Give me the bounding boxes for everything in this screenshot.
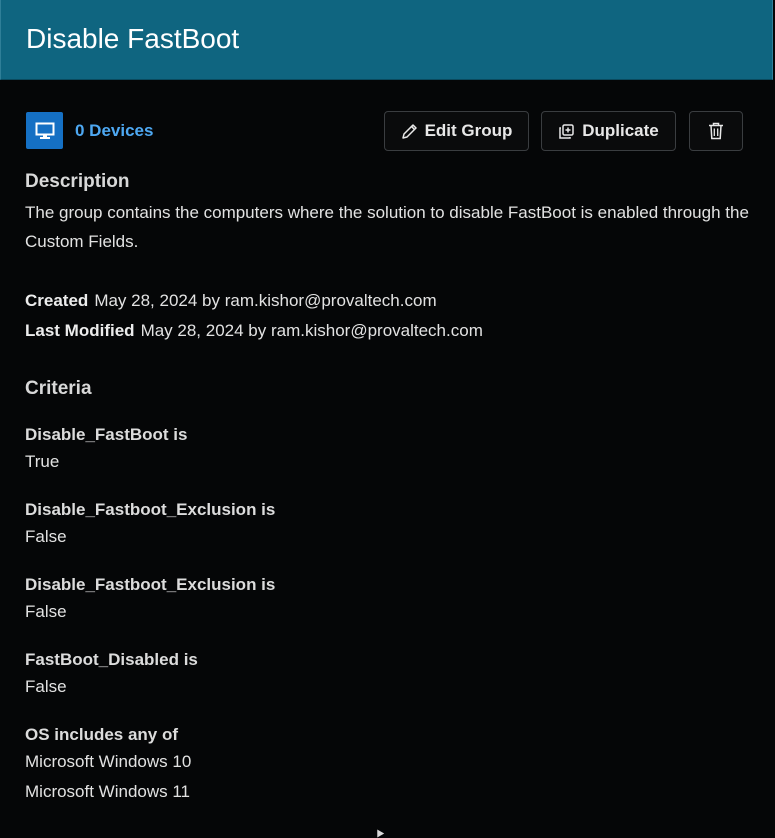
- modified-label: Last Modified: [25, 321, 135, 340]
- delete-button[interactable]: [689, 111, 743, 151]
- monitor-icon: [26, 112, 63, 149]
- criteria-label: Disable_FastBoot is: [25, 425, 188, 444]
- criteria-value: False: [25, 527, 67, 546]
- edit-group-label: Edit Group: [424, 121, 513, 140]
- criteria-heading: Criteria: [25, 378, 92, 399]
- description-text: The group contains the computers where t…: [25, 203, 749, 251]
- trash-icon: [708, 122, 724, 140]
- criteria-label: OS includes any of: [25, 725, 179, 744]
- created-label: Created: [25, 291, 89, 310]
- modified-row: Last Modified May 28, 2024 by ram.kishor@…: [25, 321, 483, 341]
- modified-value: May 28, 2024 by ram.kishor@provaltech.co…: [140, 321, 483, 340]
- mouse-cursor-icon: [373, 827, 385, 838]
- criteria-label: Disable_Fastboot_Exclusion is: [25, 575, 276, 594]
- criteria-label: FastBoot_Disabled is: [25, 650, 198, 669]
- created-value: May 28, 2024 by ram.kishor@provaltech.co…: [94, 291, 437, 310]
- duplicate-label: Duplicate: [582, 121, 659, 140]
- devices-count-link[interactable]: 0 Devices: [75, 121, 153, 141]
- description-heading: Description: [25, 171, 130, 192]
- criteria-value: False: [25, 677, 67, 696]
- duplicate-icon: [558, 123, 575, 140]
- criteria-value: Microsoft Windows 11: [25, 782, 191, 801]
- edit-group-button[interactable]: Edit Group: [384, 111, 529, 151]
- created-row: Created May 28, 2024 by ram.kishor@proval…: [25, 291, 437, 311]
- page-header: Disable FastBoot: [0, 0, 773, 80]
- duplicate-button[interactable]: Duplicate: [541, 111, 676, 151]
- criteria-label: Disable_Fastboot_Exclusion is: [25, 500, 276, 519]
- page-title: Disable FastBoot: [26, 23, 240, 54]
- criteria-value: True: [25, 452, 60, 471]
- criteria-value: Microsoft Windows 10: [25, 752, 192, 771]
- criteria-value: False: [25, 602, 67, 621]
- pencil-icon: [401, 123, 418, 140]
